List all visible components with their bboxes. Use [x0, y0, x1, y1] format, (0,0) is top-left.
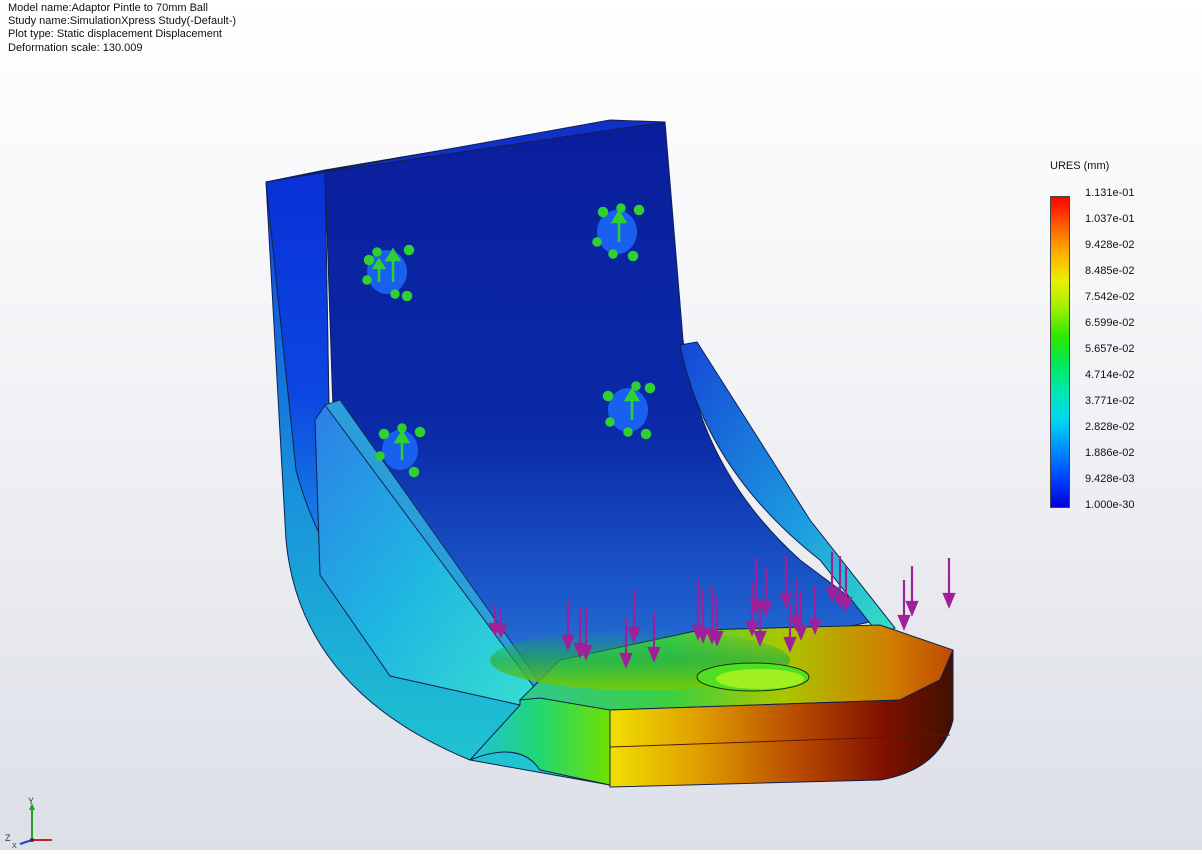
legend-tick: 1.886e-02	[1085, 447, 1135, 459]
legend-title: URES (mm)	[1050, 160, 1110, 172]
legend-tick: 1.037e-01	[1085, 213, 1135, 225]
displacement-legend[interactable]: URES (mm) 1.131e-01 1.037e-01 9.428e-02 …	[1046, 160, 1196, 520]
legend-tick: 6.599e-02	[1085, 317, 1135, 329]
force-arrow-icon	[905, 566, 919, 617]
legend-tick: 3.771e-02	[1085, 395, 1135, 407]
legend-tick: 1.000e-30	[1085, 499, 1135, 511]
model-viewport[interactable]	[0, 0, 1202, 850]
coordinate-triad-icon[interactable]: Y Z X	[0, 796, 60, 850]
legend-tick: 8.485e-02	[1085, 265, 1135, 277]
legend-color-bar	[1050, 196, 1070, 508]
base-plate-hole-inner	[716, 669, 804, 689]
legend-tick: 9.428e-02	[1085, 239, 1135, 251]
legend-tick: 7.542e-02	[1085, 291, 1135, 303]
legend-tick: 4.714e-02	[1085, 369, 1135, 381]
triad-y-label: Y	[28, 796, 34, 806]
legend-tick: 9.428e-03	[1085, 473, 1135, 485]
triad-graphic: Y Z X	[5, 796, 52, 850]
triad-x-label: X	[12, 843, 17, 850]
triad-z-label: Z	[5, 833, 11, 843]
legend-tick: 2.828e-02	[1085, 421, 1135, 433]
legend-tick: 5.657e-02	[1085, 343, 1135, 355]
legend-tick: 1.131e-01	[1085, 187, 1135, 199]
force-arrow-icon	[942, 558, 956, 609]
